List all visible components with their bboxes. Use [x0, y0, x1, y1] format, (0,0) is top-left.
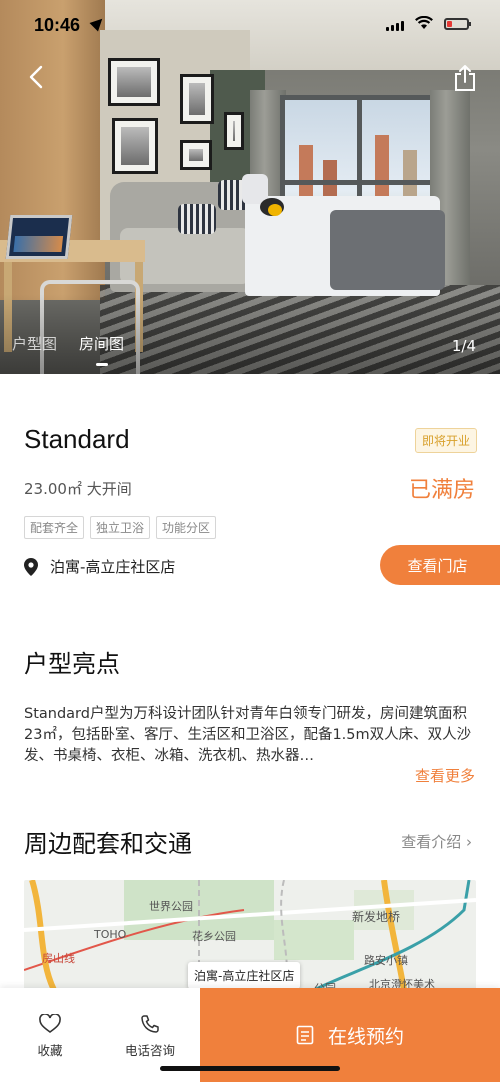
location-arrow-icon [89, 14, 107, 32]
heart-icon [39, 1014, 61, 1033]
view-intro-label: 查看介绍 [401, 833, 462, 851]
gallery-counter: 1/4 [451, 337, 476, 355]
photo-pillow [178, 204, 216, 234]
map-label: 花乡公园 [192, 930, 236, 943]
favorite-button[interactable]: 收藏 [10, 1014, 90, 1059]
availability-status: 已满房 [408, 478, 475, 503]
highlights-heading: 户型亮点 [24, 650, 120, 678]
phone-icon [141, 1015, 159, 1033]
room-area: 23.00㎡ 大开间 [24, 480, 132, 498]
opening-soon-badge: 即将开业 [415, 428, 478, 453]
photo-frame [180, 74, 214, 124]
photo-frame [108, 58, 160, 106]
gallery-tabs: 户型图 房间图 [12, 333, 124, 354]
status-bar: 10:46 [0, 0, 500, 52]
area-map[interactable]: 世界公园 TOHO 花乡公园 房山线 新发地桥 路安小镇 北京澄怀美术 公园 泊… [24, 880, 476, 990]
document-icon [296, 1025, 314, 1045]
map-label: 新发地桥 [352, 910, 401, 924]
phone-consult-label: 电话咨询 [124, 1043, 175, 1058]
book-online-label: 在线预约 [327, 1025, 404, 1048]
chevron-right-icon: › [466, 833, 472, 851]
photo-frame [224, 112, 244, 150]
feature-tag: 独立卫浴 [90, 516, 151, 539]
wifi-icon [415, 16, 433, 29]
location-pin-icon [24, 557, 38, 576]
map-label: TOHO [94, 928, 127, 941]
see-more-link[interactable]: 查看更多 [415, 765, 475, 786]
photo-frame [180, 140, 212, 170]
map-label: 世界公园 [149, 900, 193, 913]
store-name: 泊寓-高立庄社区店 [50, 558, 176, 576]
photo-laptop [5, 215, 73, 259]
highlights-description: Standard户型为万科设计团队针对青年白领专门研发，房间建筑面积23㎡，包括… [24, 706, 472, 764]
tab-room-photos[interactable]: 房间图 [79, 333, 124, 354]
back-icon[interactable] [22, 62, 52, 92]
tab-floorplan[interactable]: 户型图 [12, 333, 57, 354]
home-indicator [160, 1066, 340, 1071]
view-store-button[interactable]: 查看门店 [380, 545, 500, 585]
feature-tag: 配套齐全 [24, 516, 85, 539]
phone-consult-button[interactable]: 电话咨询 [110, 1014, 190, 1059]
store-row: 泊寓-高立庄社区店 [24, 556, 175, 577]
share-icon[interactable] [452, 64, 478, 92]
map-label: 房山线 [42, 952, 75, 965]
surroundings-heading: 周边配套和交通 [24, 830, 192, 858]
photo-frame [112, 118, 158, 174]
map-label: 路安小镇 [364, 954, 408, 967]
room-photo[interactable] [0, 0, 500, 374]
status-time: 10:46 [34, 15, 81, 35]
feature-tag: 功能分区 [156, 516, 217, 539]
store-map-callout[interactable]: 泊寓-高立庄社区店 [188, 962, 301, 989]
battery-icon [444, 18, 471, 30]
favorite-label: 收藏 [37, 1043, 63, 1058]
room-title: Standard [24, 424, 130, 454]
view-intro-link[interactable]: 查看介绍 › [401, 831, 472, 852]
feature-tags: 配套齐全 独立卫浴 功能分区 [24, 516, 217, 539]
photo-toy [268, 204, 282, 216]
photo-blanket [330, 210, 445, 290]
